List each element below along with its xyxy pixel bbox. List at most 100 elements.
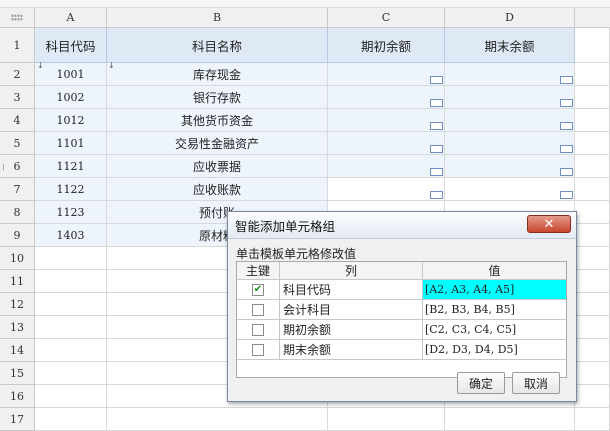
cell[interactable] [35,385,107,408]
cell[interactable] [575,28,610,63]
key-checkbox-checked[interactable]: ✔ [252,283,264,296]
splitter-handle-icon[interactable]: ⁞ [2,163,5,173]
row-header[interactable]: 1 [0,28,35,63]
cell[interactable] [575,86,610,109]
account-code-cell[interactable]: 1403 [35,224,107,247]
cell[interactable] [328,178,445,201]
cell[interactable] [575,109,610,132]
row-header[interactable]: 2 [0,63,35,86]
key-checkbox[interactable] [252,303,264,316]
key-checkbox[interactable] [252,343,264,356]
header-cell[interactable]: 期初余额 [328,28,445,63]
cell[interactable] [575,224,610,247]
template-grid[interactable]: 主键 列 值 ✔ 科目代码 [A2, A3, A4, A5] 会计科目 [B2, B3,… [236,261,567,378]
row-header[interactable]: 5 [0,132,35,155]
cell[interactable] [575,270,610,293]
dialog-title-bar[interactable]: 智能添加单元格组 [228,212,576,239]
account-code-cell[interactable]: 1012 [35,109,107,132]
row-header[interactable]: 6 [0,155,35,178]
account-name-cell[interactable]: 其他货币资金 [107,109,328,132]
account-code-cell[interactable]: 1002 [35,86,107,109]
header-cell[interactable]: 科目代码 [35,28,107,63]
template-value-cell[interactable]: [D2, D3, D4, D5] [423,340,566,360]
cell[interactable] [328,155,445,178]
cell[interactable] [575,247,610,270]
cell[interactable] [445,178,575,201]
header-cell[interactable]: 科目名称 [107,28,328,63]
cell[interactable] [35,339,107,362]
cell[interactable] [575,385,610,408]
row-header[interactable]: 13 [0,316,35,339]
cell[interactable] [575,63,610,86]
cell[interactable] [35,362,107,385]
account-name-cell[interactable]: 库存现金 [107,63,328,86]
cell[interactable] [445,63,575,86]
template-value-cell[interactable]: [C2, C3, C4, C5] [423,320,566,340]
cell[interactable] [328,408,445,431]
cell[interactable] [328,132,445,155]
cell[interactable] [575,362,610,385]
dropdown-arrow-icon[interactable]: ↓ [37,61,44,70]
row-header[interactable]: 14 [0,339,35,362]
row-header[interactable]: 11 [0,270,35,293]
row-header[interactable]: 7 [0,178,35,201]
row-header[interactable]: 12 [0,293,35,316]
row-header[interactable]: 10 [0,247,35,270]
cell[interactable] [445,132,575,155]
template-row[interactable]: 期初余额 [C2, C3, C4, C5] [237,320,566,340]
ok-button[interactable]: 确定 [457,372,505,394]
column-header-d[interactable]: D [445,8,575,28]
key-checkbox[interactable] [252,323,264,336]
account-code-cell[interactable]: 1122 [35,178,107,201]
account-code-cell[interactable]: 1121 [35,155,107,178]
cell[interactable] [575,178,610,201]
cell[interactable] [328,86,445,109]
column-header-c[interactable]: C [328,8,445,28]
template-row[interactable]: 期末余额 [D2, D3, D4, D5] [237,340,566,360]
cell[interactable] [445,155,575,178]
select-all-corner[interactable] [0,8,35,28]
account-name-cell[interactable]: 应收账款 [107,178,328,201]
cell[interactable] [35,270,107,293]
account-code-cell[interactable]: 1101 [35,132,107,155]
cell[interactable] [35,316,107,339]
cell[interactable] [575,339,610,362]
cell[interactable] [575,293,610,316]
header-cell[interactable]: 期末余额 [445,28,575,63]
cell[interactable] [575,155,610,178]
cell[interactable] [575,408,610,431]
column-header-a[interactable]: A [35,8,107,28]
row-header[interactable]: 9 [0,224,35,247]
column-header-b[interactable]: B [107,8,328,28]
template-row[interactable]: ✔ 科目代码 [A2, A3, A4, A5] [237,280,566,300]
template-row[interactable]: 会计科目 [B2, B3, B4, B5] [237,300,566,320]
cell[interactable] [35,293,107,316]
account-name-cell[interactable]: 应收票据 [107,155,328,178]
row-header[interactable]: 3 [0,86,35,109]
account-code-cell[interactable]: 1001 [35,63,107,86]
column-header-blank[interactable] [575,8,610,28]
cell[interactable] [328,109,445,132]
template-value-cell[interactable]: [B2, B3, B4, B5] [423,300,566,320]
row-header[interactable]: 8 [0,201,35,224]
row-header[interactable]: 4 [0,109,35,132]
row-header[interactable]: 16 [0,385,35,408]
cell[interactable] [575,201,610,224]
cell[interactable] [35,247,107,270]
smart-add-cell-group-dialog[interactable]: 智能添加单元格组 ✕ 单击模板单元格修改值 主键 列 值 ✔ 科目代码 [A2, A… [227,211,577,402]
cell[interactable] [445,109,575,132]
account-code-cell[interactable]: 1123 [35,201,107,224]
cell[interactable] [445,408,575,431]
cell[interactable] [575,132,610,155]
cell[interactable] [445,86,575,109]
cell[interactable] [35,408,107,431]
cancel-button[interactable]: 取消 [512,372,560,394]
row-header[interactable]: 17 [0,408,35,431]
template-value-cell[interactable]: [A2, A3, A4, A5] [423,280,566,300]
row-header[interactable]: 15 [0,362,35,385]
account-name-cell[interactable]: 交易性金融资产 [107,132,328,155]
account-name-cell[interactable]: 银行存款 [107,86,328,109]
cell[interactable] [328,63,445,86]
dropdown-arrow-icon[interactable]: ↓ [108,61,115,70]
cell[interactable] [107,408,328,431]
